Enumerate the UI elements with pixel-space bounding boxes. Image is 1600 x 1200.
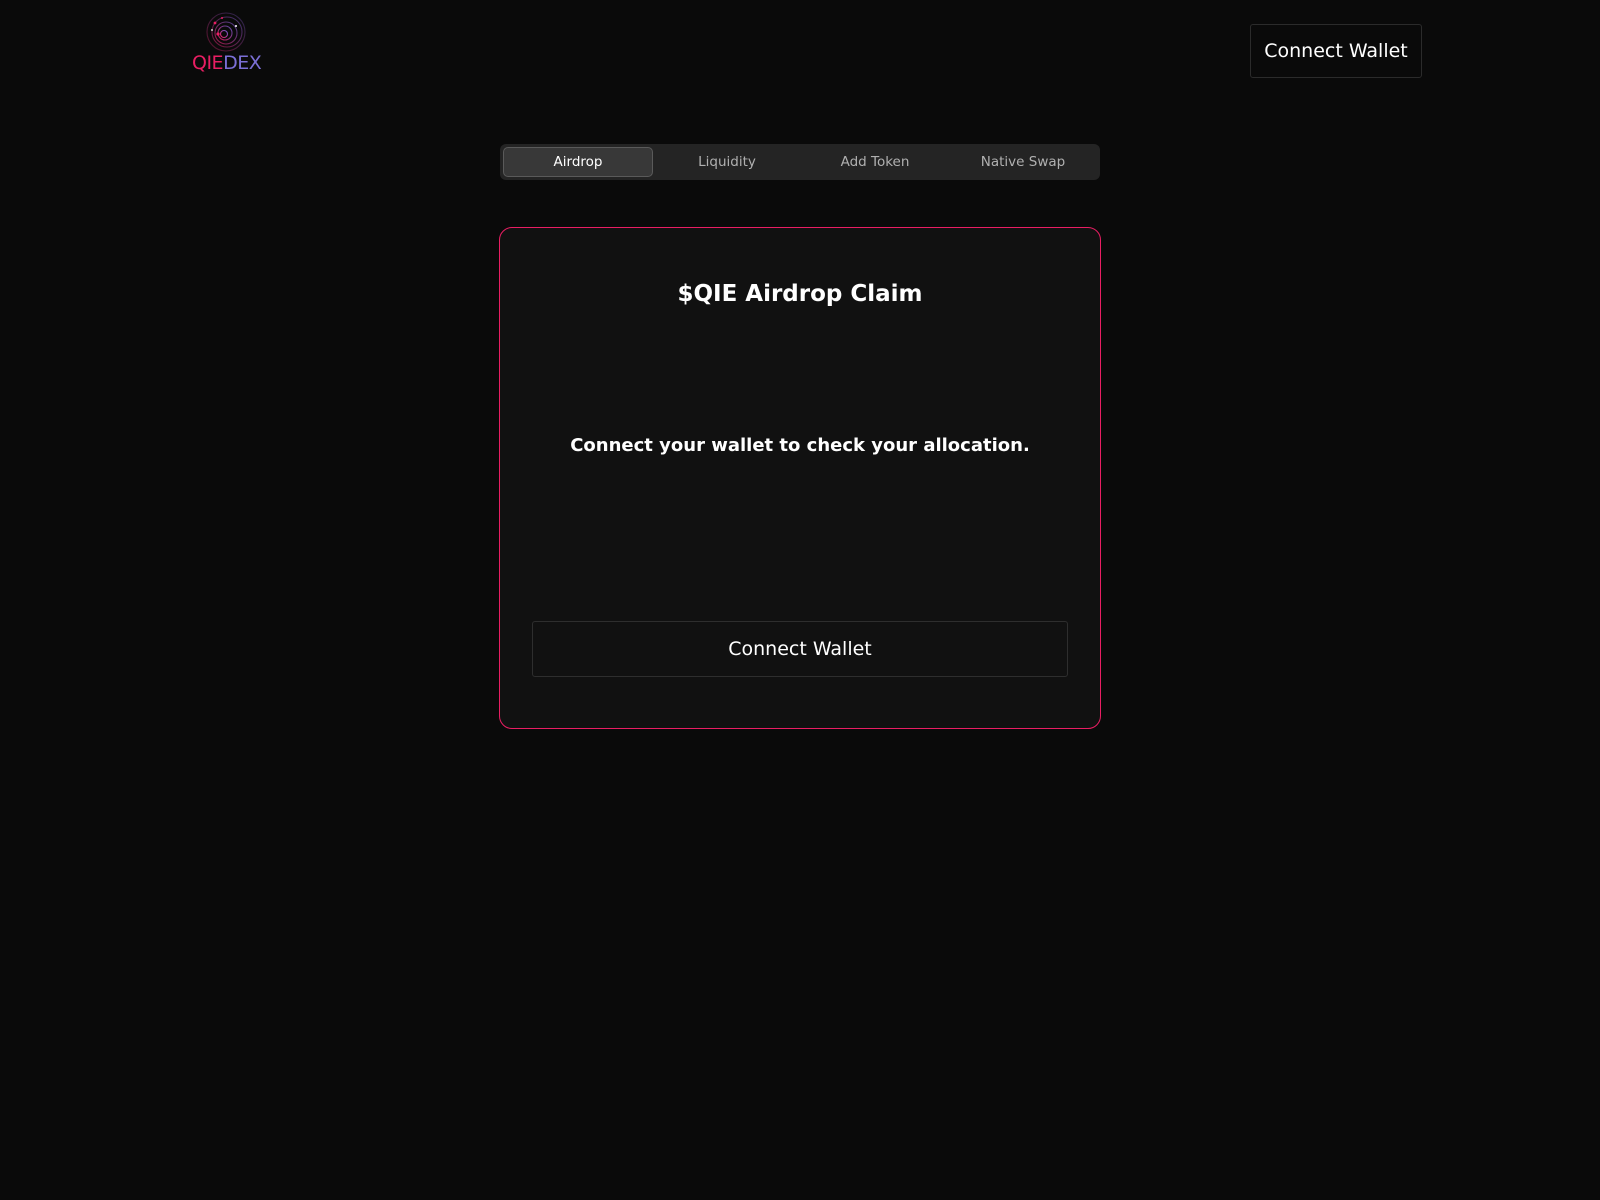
tab-native-swap[interactable]: Native Swap bbox=[949, 147, 1097, 177]
logo-wordmark: QIEDEX bbox=[192, 52, 262, 74]
logo-text-dex: DEX bbox=[223, 52, 262, 74]
tab-add-token[interactable]: Add Token bbox=[801, 147, 949, 177]
header-connect-wallet-button[interactable]: Connect Wallet bbox=[1250, 24, 1422, 78]
spiral-galaxy-logo-icon bbox=[206, 12, 246, 52]
card-title: $QIE Airdrop Claim bbox=[677, 281, 923, 307]
tab-bar: Airdrop Liquidity Add Token Native Swap bbox=[500, 144, 1100, 180]
brand-logo[interactable]: QIEDEX bbox=[190, 10, 262, 76]
card-connect-wallet-button[interactable]: Connect Wallet bbox=[532, 621, 1068, 677]
tab-airdrop[interactable]: Airdrop bbox=[503, 147, 653, 177]
airdrop-claim-card: $QIE Airdrop Claim Connect your wallet t… bbox=[499, 227, 1101, 729]
logo-text-qie: QIE bbox=[192, 52, 224, 74]
page: QIEDEX Connect Wallet Airdrop Liquidity … bbox=[0, 0, 1600, 1200]
tab-liquidity[interactable]: Liquidity bbox=[653, 147, 801, 177]
connect-prompt-message: Connect your wallet to check your alloca… bbox=[570, 435, 1030, 456]
